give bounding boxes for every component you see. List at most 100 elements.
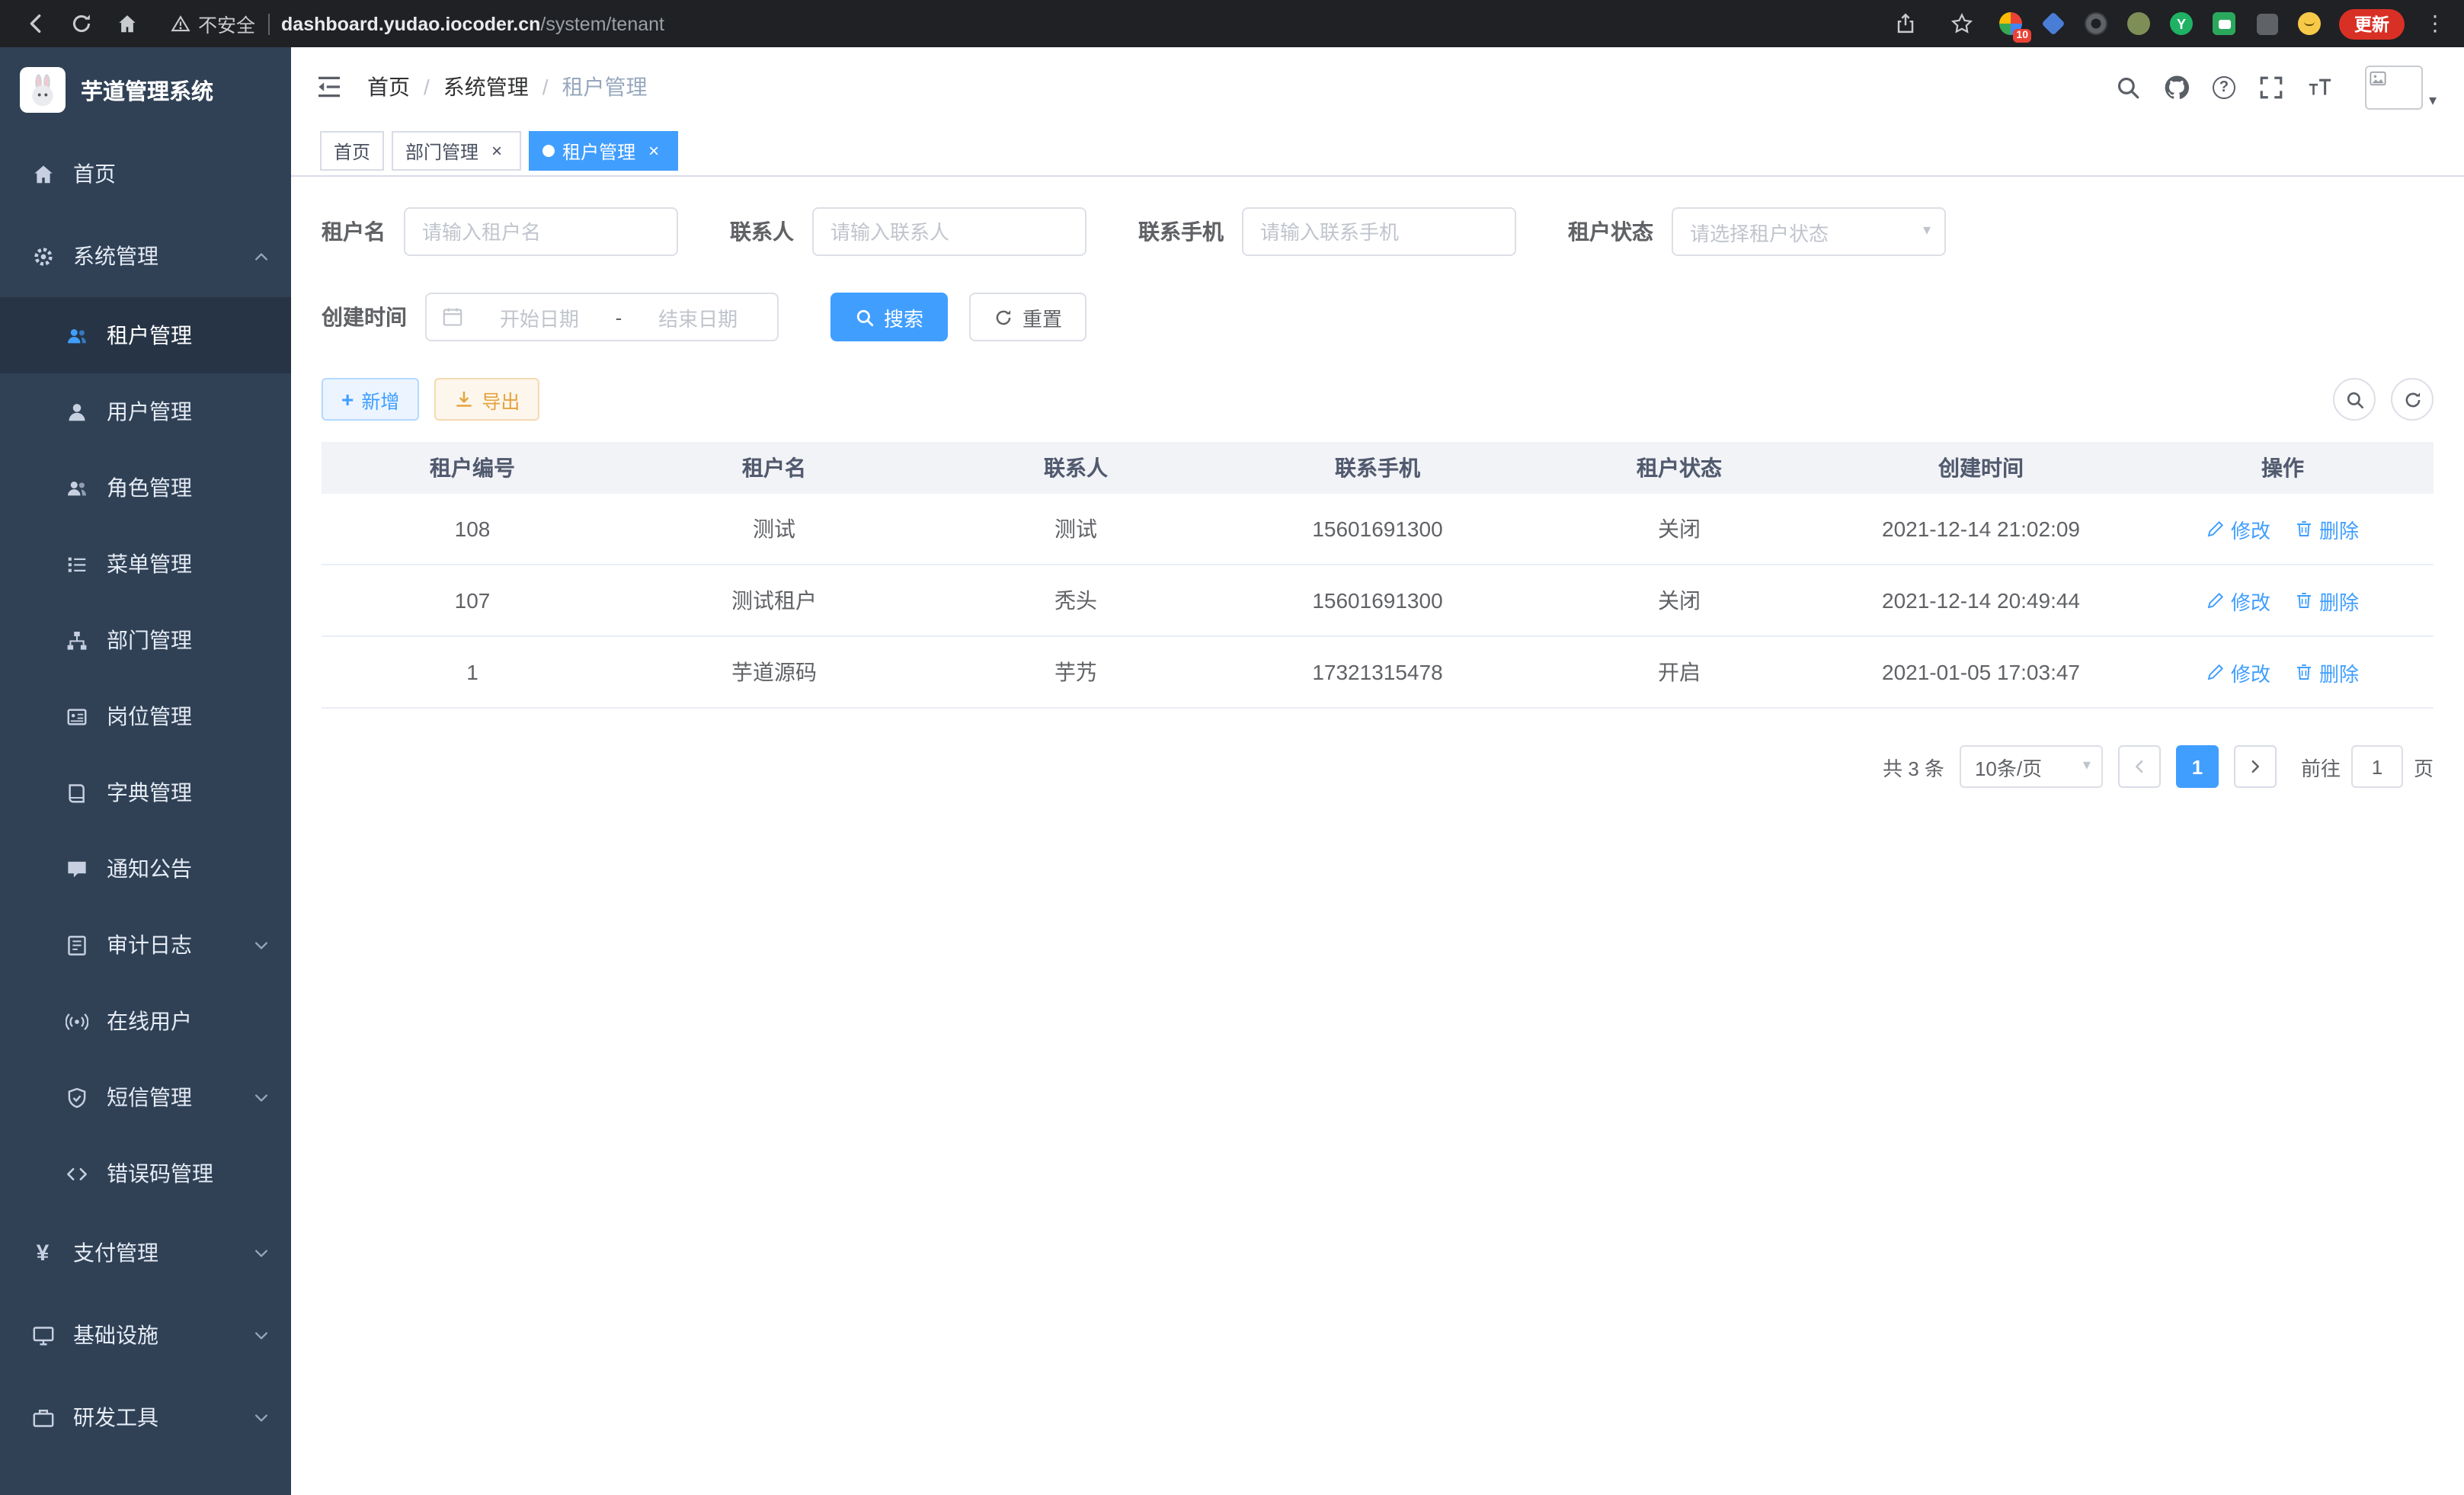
date-range-picker[interactable]: 开始日期 - 结束日期	[425, 293, 779, 341]
browser-back-icon[interactable]	[15, 4, 55, 43]
sidebar-item-dict[interactable]: 字典管理	[0, 754, 291, 831]
contact-input[interactable]	[812, 207, 1086, 256]
sidebar-item-pay[interactable]: ¥ 支付管理	[0, 1212, 291, 1294]
end-date-placeholder: 结束日期	[634, 303, 762, 331]
tab-tenant[interactable]: 租户管理×	[529, 131, 678, 171]
extension-olive-icon[interactable]	[2126, 11, 2152, 37]
extensions-puzzle-icon[interactable]	[2254, 11, 2280, 37]
delete-button[interactable]: 删除	[2295, 514, 2359, 543]
add-button[interactable]: + 新增	[322, 378, 419, 421]
profile-avatar-icon[interactable]	[2296, 11, 2322, 37]
tenant-name-label: 租户名	[322, 216, 386, 247]
delete-button[interactable]: 删除	[2295, 658, 2359, 687]
sidebar-item-dev[interactable]: 研发工具	[0, 1376, 291, 1458]
sidebar-item-system[interactable]: 系统管理	[0, 215, 291, 297]
edit-button[interactable]: 修改	[2206, 586, 2270, 615]
sidebar-item-role[interactable]: 角色管理	[0, 450, 291, 526]
tags-view: 首页 部门管理× 租户管理×	[291, 126, 2464, 177]
browser-refresh-icon[interactable]	[61, 4, 101, 43]
bookmark-star-icon[interactable]	[1941, 4, 1981, 43]
col-actions: 操作	[2132, 442, 2434, 494]
github-icon[interactable]	[2164, 74, 2190, 100]
help-icon[interactable]: ?	[2213, 75, 2235, 98]
delete-button[interactable]: 删除	[2295, 586, 2359, 615]
pencil-icon	[2206, 591, 2225, 610]
edit-button[interactable]: 修改	[2206, 658, 2270, 687]
cell-tenant-name: 芋道源码	[623, 637, 925, 707]
sidebar-item-errcode[interactable]: 错误码管理	[0, 1135, 291, 1212]
sidebar-item-online[interactable]: 在线用户	[0, 983, 291, 1059]
pencil-icon	[2206, 520, 2225, 538]
sidebar-item-tenant[interactable]: 租户管理	[0, 297, 291, 373]
filter-status: 租户状态 请选择租户状态 ▾	[1568, 207, 1946, 256]
filter-row-1: 租户名 联系人 联系手机 租户状态 请选择租户状态	[322, 207, 2434, 256]
chevron-left-icon	[2132, 759, 2147, 774]
sidebar-item-sms[interactable]: 短信管理	[0, 1059, 291, 1135]
user-avatar[interactable]: ▾	[2365, 65, 2437, 109]
caret-down-icon: ▾	[2429, 94, 2437, 109]
refresh-table-button[interactable]	[2391, 378, 2434, 421]
close-icon[interactable]: ×	[486, 140, 507, 162]
chrome-update-button[interactable]: 更新	[2339, 8, 2405, 39]
current-page[interactable]: 1	[2176, 745, 2219, 788]
prev-page-button[interactable]	[2118, 745, 2161, 788]
breadcrumb-system[interactable]: 系统管理	[443, 72, 549, 102]
page-size-select[interactable]: 10条/页 ▾	[1960, 745, 2103, 788]
export-button[interactable]: 导出	[434, 378, 539, 421]
chevron-down-icon	[253, 1089, 270, 1106]
extension-colorful-icon[interactable]: 10	[1998, 11, 2024, 37]
sidebar-item-menu[interactable]: 菜单管理	[0, 526, 291, 602]
fullscreen-icon[interactable]	[2258, 74, 2284, 100]
col-status: 租户状态	[1528, 442, 1830, 494]
sidebar-item-notice[interactable]: 通知公告	[0, 831, 291, 907]
trash-icon	[2295, 520, 2313, 538]
browser-menu-icon[interactable]: ⋮	[2421, 11, 2449, 37]
status-select-placeholder: 请选择租户状态	[1690, 217, 1829, 246]
extension-camera-icon[interactable]	[2083, 11, 2109, 37]
browser-home-icon[interactable]	[107, 4, 146, 43]
font-size-icon[interactable]	[2307, 74, 2333, 100]
extension-chat-icon[interactable]	[2211, 11, 2237, 37]
tab-home[interactable]: 首页	[320, 131, 384, 171]
cell-tenant-id: 1	[322, 637, 623, 707]
share-icon[interactable]	[1885, 4, 1925, 43]
extension-blue-icon[interactable]	[2040, 11, 2066, 37]
cell-actions: 修改 删除	[2132, 637, 2434, 707]
breadcrumb: 首页 系统管理 租户管理	[367, 72, 648, 102]
mobile-input[interactable]	[1242, 207, 1516, 256]
cell-tenant-id: 107	[322, 565, 623, 635]
main-panel: 首页 系统管理 租户管理 ? ▾ 首页	[291, 47, 2464, 1495]
filter-mobile: 联系手机	[1138, 207, 1516, 256]
goto-input[interactable]	[2351, 745, 2403, 788]
sidebar-item-audit[interactable]: 审计日志	[0, 907, 291, 983]
app-logo[interactable]: 芋道管理系统	[0, 47, 291, 133]
sidebar-collapse-icon[interactable]	[306, 64, 352, 110]
breadcrumb-home[interactable]: 首页	[367, 72, 430, 102]
cell-contact: 芋艿	[925, 637, 1227, 707]
sidebar-item-post[interactable]: 岗位管理	[0, 678, 291, 754]
sidebar-item-user[interactable]: 用户管理	[0, 373, 291, 450]
extension-green-icon[interactable]: Y	[2168, 11, 2194, 37]
search-icon[interactable]	[2115, 74, 2141, 100]
chevron-down-icon	[253, 1409, 270, 1426]
create-time-label: 创建时间	[322, 302, 407, 332]
close-icon[interactable]: ×	[643, 140, 664, 162]
url-path: /system/tenant	[540, 13, 664, 34]
edit-button[interactable]: 修改	[2206, 514, 2270, 543]
status-select[interactable]: 请选择租户状态 ▾	[1672, 207, 1946, 256]
sidebar-item-home[interactable]: 首页	[0, 133, 291, 215]
next-page-button[interactable]	[2234, 745, 2277, 788]
tab-dept[interactable]: 部门管理×	[392, 131, 521, 171]
cell-actions: 修改 删除	[2132, 565, 2434, 635]
book-icon	[64, 780, 88, 805]
sidebar: 芋道管理系统 首页 系统管理 租户管理 用户管理	[0, 47, 291, 1495]
tenant-name-input[interactable]	[404, 207, 678, 256]
sidebar-item-dept[interactable]: 部门管理	[0, 602, 291, 678]
reset-button[interactable]: 重置	[969, 293, 1086, 341]
audit-log-icon	[64, 933, 88, 957]
hide-search-button[interactable]	[2333, 378, 2376, 421]
sidebar-item-infra[interactable]: 基础设施	[0, 1294, 291, 1376]
screen: 不安全 dashboard.yudao.iocoder.cn/system/te…	[0, 0, 2464, 1495]
search-button[interactable]: 搜索	[830, 293, 948, 341]
address-bar[interactable]: 不安全 dashboard.yudao.iocoder.cn/system/te…	[171, 9, 664, 38]
